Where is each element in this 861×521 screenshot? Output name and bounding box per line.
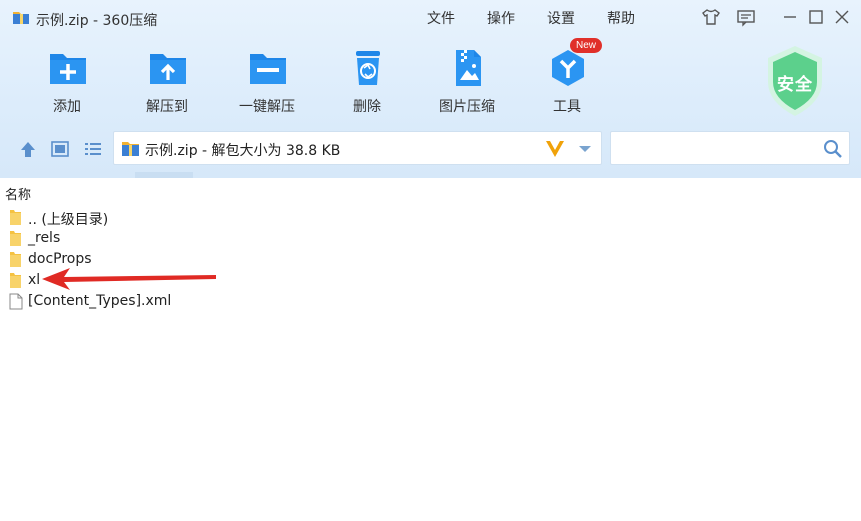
window-title: 示例.zip - 360压缩 <box>36 13 158 29</box>
title-bar: 示例.zip - 360压缩 文件 操作 设置 帮助 <box>0 0 861 34</box>
extract-to-button[interactable]: 解压到 <box>122 46 212 116</box>
column-header-name[interactable]: 名称 <box>5 184 31 203</box>
app-icon <box>13 12 29 24</box>
list-item[interactable]: [Content_Types].xml <box>8 292 308 312</box>
one-click-extract-button[interactable]: 一键解压 <box>222 46 312 116</box>
red-arrow-annotation <box>42 268 216 290</box>
zip-file-icon <box>122 142 139 156</box>
file-name: .. (上级目录) <box>28 212 109 228</box>
list-view-icon[interactable] <box>83 140 103 158</box>
add-button[interactable]: 添加 <box>22 46 112 116</box>
image-compress-label: 图片压缩 <box>439 99 495 115</box>
tools-button[interactable]: 工具 <box>522 46 612 116</box>
tools-label: 工具 <box>553 99 581 115</box>
add-label: 添加 <box>53 99 81 115</box>
menu-settings[interactable]: 设置 <box>547 8 575 28</box>
tools-icon <box>552 50 584 86</box>
delete-button[interactable]: 删除 <box>322 46 412 116</box>
minimize-icon[interactable] <box>779 6 801 28</box>
search-box[interactable] <box>610 131 850 165</box>
skin-shirt-icon[interactable] <box>700 6 722 28</box>
file-name: docProps <box>28 251 92 267</box>
image-compress-icon <box>456 50 481 86</box>
delete-icon <box>356 51 380 85</box>
list-item[interactable]: .. (上级目录) <box>8 208 308 228</box>
menu-file[interactable]: 文件 <box>427 8 455 28</box>
file-name: _rels <box>28 230 61 246</box>
security-label[interactable]: 安全 <box>764 70 826 95</box>
add-icon <box>50 54 86 84</box>
folder-icon <box>10 231 21 246</box>
search-icon[interactable] <box>823 139 843 159</box>
one-click-extract-label: 一键解压 <box>239 99 295 115</box>
address-path: 示例.zip - 解包大小为 38.8 KB <box>145 143 341 159</box>
folder-icon <box>10 210 21 225</box>
folder-icon <box>10 252 21 267</box>
chevron-down-icon[interactable] <box>578 144 592 154</box>
delete-label: 删除 <box>353 99 381 115</box>
thumbnail-view-icon[interactable] <box>50 140 70 158</box>
maximize-icon[interactable] <box>805 6 827 28</box>
file-name: [Content_Types].xml <box>28 293 172 309</box>
document-file-icon <box>9 293 23 310</box>
folder-icon <box>10 273 21 288</box>
list-item[interactable]: _rels <box>8 229 308 249</box>
address-bar[interactable]: 示例.zip - 解包大小为 38.8 KB <box>113 131 602 165</box>
message-icon[interactable] <box>735 6 757 28</box>
menu-operate[interactable]: 操作 <box>487 8 515 28</box>
new-badge: New <box>570 38 602 53</box>
toolbar-tab-indicator <box>135 172 193 178</box>
extract-to-icon <box>150 54 186 84</box>
image-compress-button[interactable]: 图片压缩 <box>422 46 512 116</box>
one-click-extract-icon <box>250 54 286 84</box>
file-name: xl <box>28 272 41 288</box>
menu-help[interactable]: 帮助 <box>607 8 635 28</box>
close-icon[interactable] <box>831 6 853 28</box>
up-arrow-icon[interactable] <box>18 140 38 158</box>
extract-to-label: 解压到 <box>146 99 188 115</box>
v-logo-icon[interactable] <box>544 139 566 159</box>
